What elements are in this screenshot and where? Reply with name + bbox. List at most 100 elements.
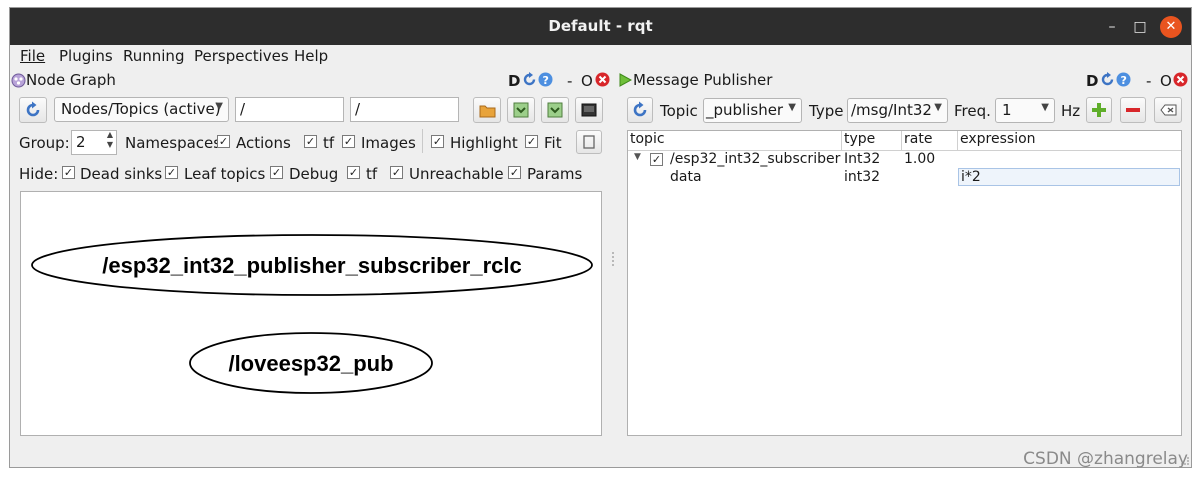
dead-sinks-label: Dead sinks xyxy=(80,165,163,183)
clear-publishers-button[interactable] xyxy=(1154,97,1182,123)
node-graph-float-button[interactable]: O xyxy=(581,72,593,90)
debug-label: Debug xyxy=(289,165,339,183)
params-checkbox[interactable]: ✓ xyxy=(508,166,521,179)
topic-label: Topic xyxy=(660,102,698,120)
rqt-window: Default - rqt – □ ✕ File Plugins Running… xyxy=(9,7,1192,468)
node-graph-help-icon[interactable]: ? xyxy=(538,72,553,87)
svg-text:?: ? xyxy=(543,74,549,87)
minimize-button[interactable]: – xyxy=(1101,16,1123,38)
leaf-topics-checkbox[interactable]: ✓ xyxy=(165,166,178,179)
group-spinbox[interactable]: 2 ▲ ▼ xyxy=(71,130,117,155)
node-graph-close-icon[interactable] xyxy=(595,72,610,87)
save-dot-icon xyxy=(513,102,529,118)
node-filter-input[interactable]: / xyxy=(235,97,344,122)
hide-tf-checkbox[interactable]: ✓ xyxy=(347,166,360,179)
add-publisher-button[interactable] xyxy=(1086,97,1112,123)
maximize-button[interactable]: □ xyxy=(1129,16,1151,38)
highlight-label: Highlight xyxy=(450,134,518,152)
graph-type-value: Nodes/Topics (active) xyxy=(61,100,221,118)
actions-label: Actions xyxy=(236,134,291,152)
clear-icon xyxy=(1160,104,1177,116)
plus-icon xyxy=(1092,103,1106,117)
publisher-help-icon[interactable]: ? xyxy=(1116,72,1131,87)
publisher-minimize-button[interactable]: - xyxy=(1146,72,1151,90)
save-svg-icon xyxy=(547,102,563,118)
menu-file[interactable]: File xyxy=(20,47,45,65)
svg-text:?: ? xyxy=(1121,74,1127,87)
menu-running-label: Running xyxy=(123,47,185,65)
fit-in-view-button[interactable] xyxy=(576,130,602,154)
close-button[interactable]: ✕ xyxy=(1160,16,1182,38)
menu-bar: File Plugins Running Perspectives Help xyxy=(10,45,1191,69)
chevron-down-icon: ▼ xyxy=(1041,102,1049,113)
publisher-float-button[interactable]: O xyxy=(1160,72,1172,90)
row-type: Int32 xyxy=(844,151,881,167)
row-type: int32 xyxy=(844,169,881,185)
table-row[interactable]: ▼ ✓ /esp32_int32_subscriber Int32 1.00 xyxy=(628,151,1181,169)
namespaces-label: Namespaces xyxy=(125,134,222,152)
load-dot-button[interactable] xyxy=(473,97,501,123)
column-header-topic[interactable]: topic xyxy=(628,131,842,151)
unreachable-label: Unreachable xyxy=(409,165,504,183)
fit-checkbox[interactable]: ✓ xyxy=(525,135,538,148)
unreachable-checkbox[interactable]: ✓ xyxy=(390,166,403,179)
graph-canvas[interactable]: /esp32_int32_publisher_subscriber_rclc /… xyxy=(20,191,602,436)
table-row[interactable]: data int32 i*2 xyxy=(628,168,1181,187)
save-svg-button[interactable] xyxy=(541,97,569,123)
node-graph-minimize-button[interactable]: - xyxy=(567,72,572,90)
images-label: Images xyxy=(361,134,416,152)
params-label: Params xyxy=(527,165,583,183)
highlight-checkbox[interactable]: ✓ xyxy=(431,135,444,148)
column-header-rate[interactable]: rate xyxy=(902,131,958,151)
node-graph-plugin-icon xyxy=(11,73,26,88)
publish-enable-checkbox[interactable]: ✓ xyxy=(650,153,663,166)
expand-arrow-icon[interactable]: ▼ xyxy=(634,152,641,162)
menu-perspectives[interactable]: Perspectives xyxy=(194,47,289,65)
publisher-reload-icon[interactable] xyxy=(1100,72,1115,87)
row-rate: 1.00 xyxy=(904,151,936,167)
graph-node-label: /esp32_int32_publisher_subscriber_rclc xyxy=(102,253,521,278)
images-checkbox[interactable]: ✓ xyxy=(342,135,355,148)
type-combo[interactable]: /msg/Int32 ▼ xyxy=(847,98,948,123)
refresh-icon xyxy=(633,101,647,117)
menu-running[interactable]: Running xyxy=(123,47,184,65)
menu-help[interactable]: Help xyxy=(294,47,328,65)
expression-editor[interactable]: i*2 xyxy=(958,168,1180,186)
column-header-type[interactable]: type xyxy=(842,131,902,151)
hide-label: Hide: xyxy=(19,165,59,183)
debug-checkbox[interactable]: ✓ xyxy=(270,166,283,179)
tf-label: tf xyxy=(323,134,335,152)
freq-value: 1 xyxy=(1002,101,1012,119)
publisher-dock-button[interactable]: D xyxy=(1086,72,1098,90)
message-publisher-title: Message Publisher xyxy=(633,71,773,89)
topic-combo[interactable]: _publisher ▼ xyxy=(703,98,802,123)
fit-label: Fit xyxy=(544,134,562,152)
actions-checkbox[interactable]: ✓ xyxy=(217,135,230,148)
dead-sinks-checkbox[interactable]: ✓ xyxy=(62,166,75,179)
graph-svg: /esp32_int32_publisher_subscriber_rclc /… xyxy=(31,234,593,394)
freq-combo[interactable]: 1 ▼ xyxy=(995,98,1055,123)
row-expression: i*2 xyxy=(961,169,981,185)
menu-plugins[interactable]: Plugins xyxy=(59,47,113,65)
topic-filter-input[interactable]: / xyxy=(350,97,459,122)
window-title: Default - rqt xyxy=(548,17,653,35)
remove-publisher-button[interactable] xyxy=(1120,97,1146,123)
chevron-down-icon: ▼ xyxy=(934,102,942,113)
splitter-handle[interactable] xyxy=(612,252,614,266)
row-topic: data xyxy=(670,169,702,185)
save-image-button[interactable] xyxy=(575,97,603,123)
graph-type-select[interactable]: Nodes/Topics (active) ▼ xyxy=(54,97,229,122)
node-graph-dock-button[interactable]: D xyxy=(508,72,520,90)
node-graph-reload-icon[interactable] xyxy=(522,72,537,87)
refresh-graph-button[interactable] xyxy=(19,97,47,123)
refresh-topics-button[interactable] xyxy=(627,97,653,123)
title-bar[interactable]: Default - rqt – □ ✕ xyxy=(10,8,1191,45)
save-dot-button[interactable] xyxy=(507,97,535,123)
tf-checkbox[interactable]: ✓ xyxy=(304,135,317,148)
leaf-topics-label: Leaf topics xyxy=(184,165,266,183)
publisher-tree[interactable]: topic type rate expression ▼ ✓ /esp32_in… xyxy=(627,130,1182,436)
column-header-expression[interactable]: expression xyxy=(958,131,1181,151)
watermark: CSDN @zhangrelay xyxy=(1023,449,1188,469)
graph-node-label: /loveesp32_pub xyxy=(228,351,393,376)
publisher-close-icon[interactable] xyxy=(1173,72,1188,87)
